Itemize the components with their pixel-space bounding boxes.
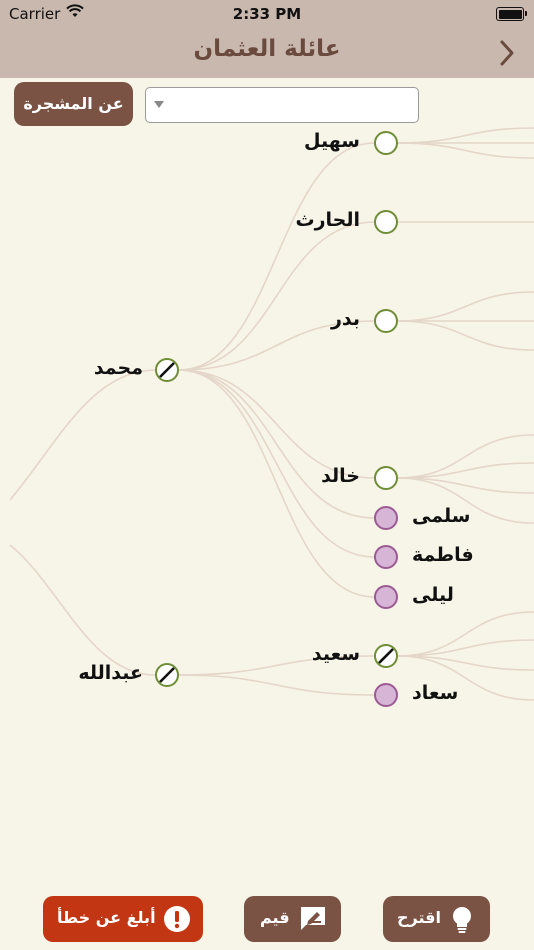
pencil-square-icon [298, 905, 328, 937]
person-name: عبدالله [78, 662, 143, 684]
exclamation-circle-icon [163, 905, 191, 937]
branch-parent-to-child [177, 369, 376, 558]
person-name: سهيل [304, 130, 360, 152]
branch-child-to-grandchild [396, 320, 534, 351]
person-name: الحارث [295, 209, 360, 231]
page-title: عائلة العثمان [193, 36, 341, 62]
person-node[interactable] [374, 585, 398, 609]
person-name: سعاد [412, 682, 459, 704]
person-node[interactable] [374, 644, 398, 668]
branch-parent-to-child [177, 221, 376, 371]
about-tree-button[interactable]: عن المشجرة [14, 82, 133, 126]
nav-bar: عائلة العثمان [0, 28, 534, 78]
branch-root-to-parent [9, 369, 156, 501]
rate-button[interactable]: قيم [244, 896, 341, 942]
lightbulb-icon [449, 905, 475, 939]
rate-label: قيم [260, 908, 290, 927]
person-node[interactable] [374, 506, 398, 530]
branch-child-to-grandchild [396, 434, 534, 479]
person-node[interactable] [374, 210, 398, 234]
person-node[interactable] [374, 309, 398, 333]
person-node[interactable] [155, 358, 179, 382]
person-node[interactable] [374, 683, 398, 707]
branch-parent-to-child [177, 369, 376, 519]
clock: 2:33 PM [232, 5, 302, 23]
person-name: سعيد [311, 643, 360, 665]
branch-child-to-grandchild [396, 639, 534, 657]
branch-child-to-grandchild [396, 291, 534, 322]
battery-icon [496, 7, 527, 21]
person-node[interactable] [155, 663, 179, 687]
person-node[interactable] [374, 545, 398, 569]
person-name: سلمى [412, 505, 471, 527]
branch-root-to-parent [9, 544, 156, 676]
report-error-button[interactable]: أبلغ عن خطأ [43, 896, 203, 942]
person-name: فاطمة [412, 544, 474, 566]
report-error-label: أبلغ عن خطأ [57, 908, 156, 927]
branch-child-to-grandchild [396, 611, 534, 657]
person-name: ليلى [412, 584, 454, 606]
chevron-left-icon [500, 40, 514, 66]
person-name: بدر [330, 308, 360, 330]
suggest-button[interactable]: اقترح [383, 896, 490, 942]
branch-parent-to-child [177, 674, 376, 696]
branch-select[interactable] [145, 87, 419, 123]
family-tree [9, 127, 534, 707]
branch-child-to-grandchild [396, 127, 534, 144]
status-bar: Carrier 2:33 PM [0, 0, 534, 28]
person-name: خالد [321, 465, 360, 487]
person-node[interactable] [374, 466, 398, 490]
caret-down-icon [154, 101, 164, 108]
person-name: محمد [93, 357, 143, 379]
branch-parent-to-child [177, 142, 376, 371]
back-button[interactable] [494, 38, 518, 68]
suggest-label: اقترح [397, 908, 441, 927]
person-node[interactable] [374, 131, 398, 155]
branch-child-to-grandchild [396, 142, 534, 159]
